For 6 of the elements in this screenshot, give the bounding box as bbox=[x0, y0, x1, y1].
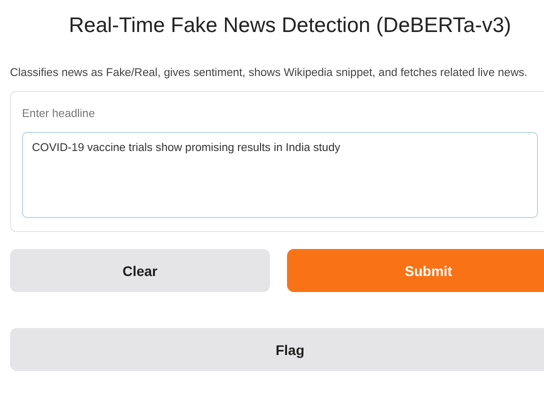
action-button[interactable]: Clear bbox=[10, 249, 270, 292]
description-text: Classifies news as Fake/Real, gives sentiment, shows Wikipedia snippet, and fetches related live news. bbox=[10, 66, 528, 81]
flag-button[interactable]: Flag bbox=[10, 328, 544, 371]
page-title: Real-Time Fake News Detection (DeBERTa-v3) bbox=[68, 13, 512, 39]
headline-field[interactable]: COVID-19 vaccine trials show promising results in India study bbox=[22, 132, 538, 218]
field-label: Enter headline bbox=[22, 108, 95, 120]
